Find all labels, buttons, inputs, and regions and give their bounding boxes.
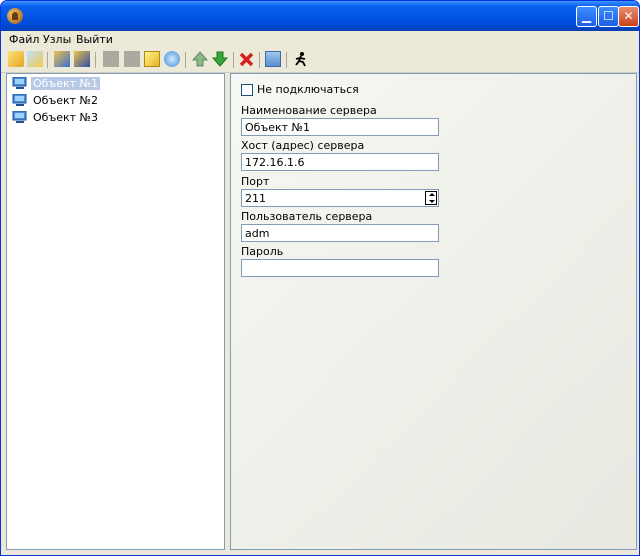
- tree-item-label: Объект №2: [33, 94, 98, 107]
- password-field[interactable]: [241, 259, 439, 277]
- port-spin-buttons[interactable]: [425, 191, 437, 205]
- add-node-icon[interactable]: [8, 51, 24, 67]
- host-field[interactable]: 172.16.1.6: [241, 153, 439, 171]
- open-folder-icon[interactable]: [27, 51, 43, 67]
- password-label: Пароль: [241, 245, 284, 258]
- computer-icon: [12, 94, 27, 106]
- menu-bar: Файл Узлы Выйти: [1, 31, 639, 48]
- maximize-button[interactable]: ☐: [598, 6, 619, 27]
- minimize-button[interactable]: ▁: [576, 6, 597, 27]
- tree-item-label: Объект №3: [33, 111, 98, 124]
- save-icon[interactable]: [265, 51, 281, 67]
- port-value: 211: [245, 192, 266, 205]
- refresh-icon[interactable]: [164, 51, 180, 67]
- toolbar: [1, 48, 639, 73]
- paste-node-icon[interactable]: [74, 51, 90, 67]
- port-stepper[interactable]: 211: [241, 189, 439, 207]
- toolbar-separator: [233, 52, 234, 68]
- host-label: Хост (адрес) сервера: [241, 139, 365, 152]
- tree-item-object-1[interactable]: Объект №1: [9, 76, 223, 92]
- tree-item-object-2[interactable]: Объект №2: [9, 93, 223, 109]
- menu-file[interactable]: Файл: [9, 33, 39, 46]
- new-item-icon[interactable]: [144, 51, 160, 67]
- user-label: Пользователь сервера: [241, 210, 373, 223]
- tree-item-label: Объект №1: [31, 77, 100, 90]
- toolbar-separator: [286, 52, 287, 68]
- disabled-icon-1: [103, 51, 119, 67]
- user-field[interactable]: adm: [241, 224, 439, 242]
- copy-node-icon[interactable]: [54, 51, 70, 67]
- app-icon: [7, 8, 23, 24]
- menu-exit[interactable]: Выйти: [76, 33, 113, 46]
- move-up-icon[interactable]: [191, 51, 209, 67]
- node-tree[interactable]: Объект №1 Объект №2 Объект №3: [6, 73, 225, 550]
- title-bar[interactable]: ▁ ☐ ✕: [1, 1, 639, 31]
- no-connect-label: Не подключаться: [257, 83, 359, 96]
- disabled-icon-2: [124, 51, 140, 67]
- toolbar-separator: [47, 52, 48, 68]
- server-name-field[interactable]: Объект №1: [241, 118, 439, 136]
- app-window: ▁ ☐ ✕ Файл Узлы Выйти Объект №1 Объект №…: [0, 0, 640, 556]
- toolbar-separator: [95, 52, 96, 68]
- tree-item-object-3[interactable]: Объект №3: [9, 110, 223, 126]
- port-label: Порт: [241, 175, 270, 188]
- server-name-label: Наименование сервера: [241, 104, 377, 117]
- toolbar-separator: [259, 52, 260, 68]
- no-connect-checkbox[interactable]: [241, 84, 253, 96]
- run-icon[interactable]: [293, 51, 309, 67]
- toolbar-separator: [185, 52, 186, 68]
- computer-icon: [12, 77, 27, 89]
- move-down-icon[interactable]: [211, 51, 229, 67]
- delete-icon[interactable]: [239, 51, 255, 67]
- server-settings-panel: Не подключаться Наименование сервера Объ…: [230, 73, 637, 550]
- computer-icon: [12, 111, 27, 123]
- close-button[interactable]: ✕: [618, 6, 639, 27]
- menu-nodes[interactable]: Узлы: [43, 33, 71, 46]
